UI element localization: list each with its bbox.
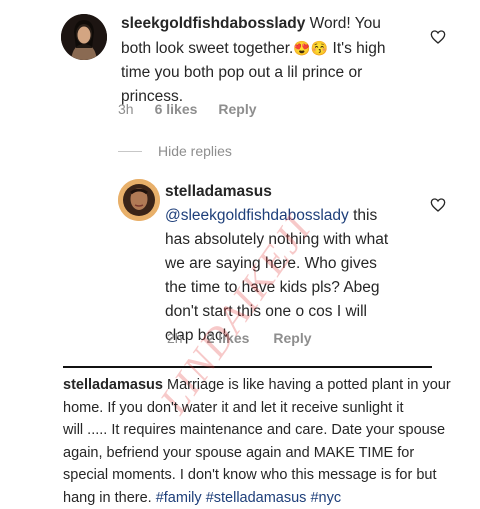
reply-meta: 2h 2 likes Reply (167, 330, 312, 346)
hashtag-nyc[interactable]: #nyc (310, 490, 341, 506)
post-caption: stelladamasus Marriage is like having a … (63, 377, 451, 506)
hashtag-stelladamasus[interactable]: #stelladamasus (206, 490, 307, 506)
comment-body: sleekgoldfishdabosslady Word! You both l… (121, 15, 386, 105)
heart-icon[interactable] (430, 29, 446, 50)
comment-likes[interactable]: 6 likes (155, 101, 198, 117)
hide-replies-line (118, 150, 142, 152)
reply-likes[interactable]: 2 likes (207, 330, 250, 346)
reply-body: stelladamasus @sleekgoldfishdabosslady t… (165, 180, 420, 348)
reply-mention[interactable]: @sleekgoldfishdabosslady (165, 207, 349, 224)
divider (63, 366, 432, 368)
avatar-stelladamasus[interactable] (118, 179, 160, 221)
reply-time: 2h (167, 330, 183, 346)
hashtag-family[interactable]: #family (156, 490, 202, 506)
post-username[interactable]: stelladamasus (63, 377, 163, 393)
hide-replies-label: Hide replies (158, 143, 232, 159)
comment-time: 3h (118, 101, 134, 117)
avatar-sleekgoldfish[interactable] (61, 14, 107, 60)
reply-username[interactable]: stelladamasus (165, 180, 420, 204)
hide-replies-toggle[interactable]: Hide replies (118, 143, 232, 159)
reply-reply-button[interactable]: Reply (273, 330, 311, 346)
emoji: 😍😚 (293, 40, 329, 56)
comment-reply-button[interactable]: Reply (218, 101, 256, 117)
comment-meta: 3h 6 likes Reply (118, 101, 257, 117)
heart-icon[interactable] (430, 197, 446, 218)
comment-username[interactable]: sleekgoldfishdabosslady (121, 15, 305, 32)
